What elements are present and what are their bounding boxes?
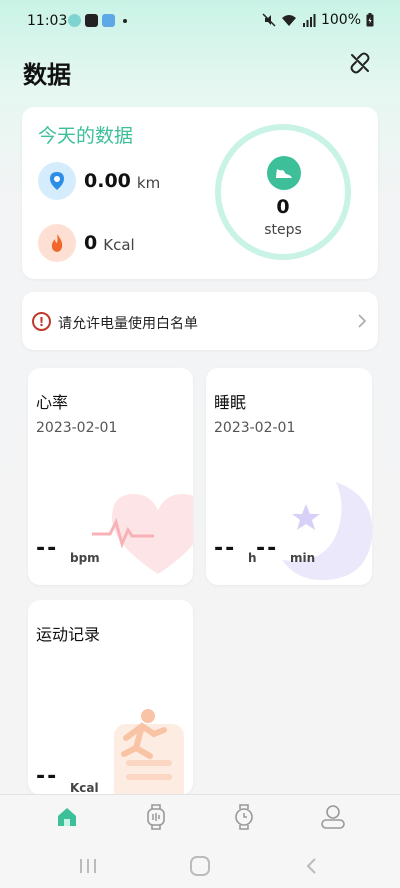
distance-unit: km (136, 173, 161, 192)
distance-row: 0.00 km (38, 162, 160, 200)
battery-percent: 100% (320, 12, 361, 28)
location-pin-icon (38, 162, 76, 200)
sleep-hours-value: -- (214, 536, 237, 561)
status-time: 11:03 (27, 13, 68, 29)
wifi-icon (281, 14, 296, 26)
steps-unit: steps (264, 222, 302, 238)
heart-rate-date: 2023-02-01 (36, 420, 118, 436)
nav-watch[interactable] (142, 803, 170, 831)
home-button-icon[interactable] (188, 856, 212, 876)
sport-title: 运动记录 (36, 625, 101, 644)
nav-profile[interactable] (319, 803, 347, 831)
calories-row: 0 Kcal (38, 224, 135, 262)
nav-watchface[interactable] (230, 803, 258, 831)
mute-icon (262, 13, 276, 27)
calories-value: 0 (84, 232, 98, 254)
heart-icon (92, 494, 193, 574)
sleep-card[interactable]: 睡眠 2023-02-01 -- h -- min (206, 368, 372, 585)
link-off-button[interactable] (347, 50, 373, 76)
chevron-right-icon (358, 314, 367, 328)
recent-apps-icon[interactable] (76, 856, 100, 876)
weather-app-icon (102, 14, 115, 27)
heart-rate-value: -- (36, 536, 59, 561)
page-title: 数据 (23, 61, 71, 89)
sleep-minutes-value: -- (256, 536, 279, 561)
sport-record-card[interactable]: 运动记录 -- Kcal (28, 600, 193, 795)
sleep-minutes-unit: min (290, 551, 316, 565)
today-data-card[interactable]: 今天的数据 0.00 km 0 Kcal 0 steps (22, 107, 378, 279)
today-title: 今天的数据 (38, 125, 134, 147)
home-icon (58, 808, 76, 826)
sport-unit: Kcal (70, 781, 99, 795)
flame-icon (38, 224, 76, 262)
system-nav-bar (0, 850, 400, 888)
dark-app-icon (85, 14, 98, 27)
steps-ring: 0 steps (215, 124, 351, 260)
user-icon (321, 805, 345, 829)
whitelist-text: 请允许电量使用白名单 (58, 316, 198, 332)
status-right: 100% (262, 12, 374, 28)
link-off-icon (350, 52, 370, 74)
runner-icon (114, 709, 184, 795)
signal-icon (302, 13, 316, 27)
status-bar: 11:03 100% (0, 0, 400, 44)
heart-rate-unit: bpm (70, 551, 100, 565)
status-app-icons (68, 14, 127, 27)
battery-whitelist-notice[interactable]: ! 请允许电量使用白名单 (22, 292, 378, 350)
notification-dot-icon (123, 18, 127, 23)
shoe-icon (267, 156, 301, 190)
distance-value: 0.00 (84, 170, 131, 192)
clock-icon (235, 804, 253, 830)
nav-home[interactable] (53, 803, 81, 831)
calories-unit: Kcal (103, 235, 135, 254)
sleep-date: 2023-02-01 (214, 420, 296, 436)
sport-value: -- (36, 764, 59, 789)
heart-rate-title: 心率 (36, 393, 69, 412)
steps-value: 0 (276, 196, 290, 218)
watch-icon (147, 804, 165, 830)
warning-icon: ! (32, 312, 51, 331)
chat-app-icon (68, 14, 81, 27)
moon-icon (282, 482, 372, 580)
back-icon[interactable] (300, 856, 324, 876)
bottom-nav (0, 794, 400, 850)
heart-rate-card[interactable]: 心率 2023-02-01 -- bpm (28, 368, 193, 585)
sleep-title: 睡眠 (214, 393, 247, 412)
battery-icon (366, 13, 374, 27)
